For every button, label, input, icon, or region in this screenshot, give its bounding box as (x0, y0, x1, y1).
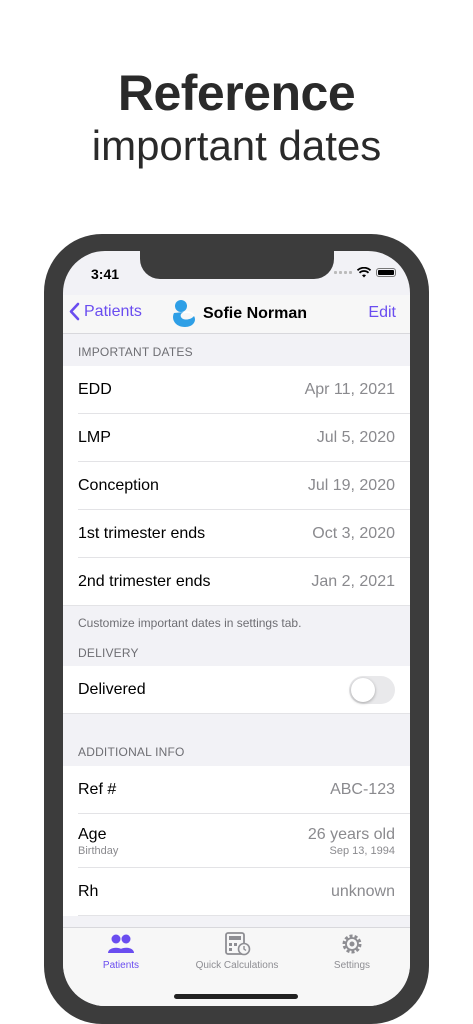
date-row-conception[interactable]: Conception Jul 19, 2020 (63, 462, 410, 510)
date-label: 2nd trimester ends (78, 573, 211, 590)
back-label: Patients (84, 302, 142, 320)
home-indicator[interactable] (174, 994, 298, 999)
age-values: 26 years old Sep 13, 1994 (308, 826, 395, 857)
tab-patients[interactable]: Patients (63, 932, 179, 971)
patient-name: Sofie Norman (203, 305, 308, 322)
important-dates-header: IMPORTANT DATES (78, 345, 193, 359)
date-row-second-trimester[interactable]: 2nd trimester ends Jan 2, 2021 (63, 558, 410, 606)
content-list: IMPORTANT DATES EDD Apr 11, 2021 LMP Jul… (63, 334, 410, 916)
promo-subtitle: important dates (91, 122, 382, 169)
tab-settings[interactable]: Settings (294, 932, 410, 971)
calculator-icon (225, 932, 251, 956)
delivery-header: DELIVERY (78, 646, 139, 660)
nav-title: Sofie Norman (171, 299, 307, 329)
signal-icon (334, 270, 352, 274)
additional-info-header: ADDITIONAL INFO (78, 745, 185, 759)
date-label: Conception (78, 477, 159, 494)
tab-bar: Patients Quick Calculations Settings (63, 927, 410, 1006)
tab-quick-calculations[interactable]: Quick Calculations (179, 932, 295, 971)
date-value: Oct 3, 2020 (312, 525, 395, 542)
date-value: Jan 2, 2021 (311, 573, 395, 590)
battery-icon (376, 267, 396, 277)
tab-label: Settings (333, 960, 371, 971)
gear-icon (342, 934, 362, 954)
birthday-value: Sep 13, 1994 (329, 844, 395, 857)
status-time: 3:41 (91, 266, 120, 282)
promo-title: Reference (117, 65, 356, 121)
date-label: LMP (78, 429, 111, 446)
delivered-row: Delivered (63, 666, 410, 714)
delivered-toggle[interactable] (349, 676, 395, 704)
date-value: Jul 19, 2020 (307, 477, 395, 494)
age-row[interactable]: Age Birthday 26 years old Sep 13, 1994 (63, 814, 410, 868)
back-button[interactable]: Patients (69, 302, 142, 321)
age-label: Age (78, 825, 107, 843)
wifi-icon (357, 266, 371, 277)
date-value: Apr 11, 2021 (304, 381, 395, 398)
date-label: EDD (78, 381, 112, 398)
date-value: Jul 5, 2020 (316, 429, 395, 446)
tab-label: Patients (102, 960, 140, 971)
age-value: 26 years old (307, 825, 395, 843)
date-row-lmp[interactable]: LMP Jul 5, 2020 (63, 414, 410, 462)
tab-label: Quick Calculations (195, 960, 279, 971)
birthday-label: Birthday (78, 844, 119, 857)
date-label: 1st trimester ends (78, 525, 206, 542)
edit-button[interactable]: Edit (368, 304, 396, 322)
status-icons (334, 266, 396, 278)
age-labels: Age Birthday (78, 826, 118, 857)
chevron-left-icon (69, 302, 80, 321)
rh-label: Rh (78, 883, 99, 900)
important-dates-footer: Customize important dates in settings ta… (78, 616, 302, 630)
notch (140, 251, 334, 279)
rh-row[interactable]: Rh unknown (63, 868, 410, 916)
ref-label: Ref # (78, 781, 117, 798)
ref-value: ABC-123 (330, 781, 395, 798)
date-row-edd[interactable]: EDD Apr 11, 2021 (63, 366, 410, 414)
rh-value: unknown (330, 883, 395, 900)
delivered-label: Delivered (78, 681, 146, 698)
patient-avatar-icon (173, 300, 195, 327)
navigation-bar: Patients Sofie Norman Edit (63, 295, 410, 334)
ref-row[interactable]: Ref # ABC-123 (63, 766, 410, 814)
phone-screen: 3:41 Patients Sofie Norman Edit IMPORTAN… (63, 251, 410, 1006)
patients-icon (108, 934, 134, 953)
date-row-first-trimester[interactable]: 1st trimester ends Oct 3, 2020 (63, 510, 410, 558)
